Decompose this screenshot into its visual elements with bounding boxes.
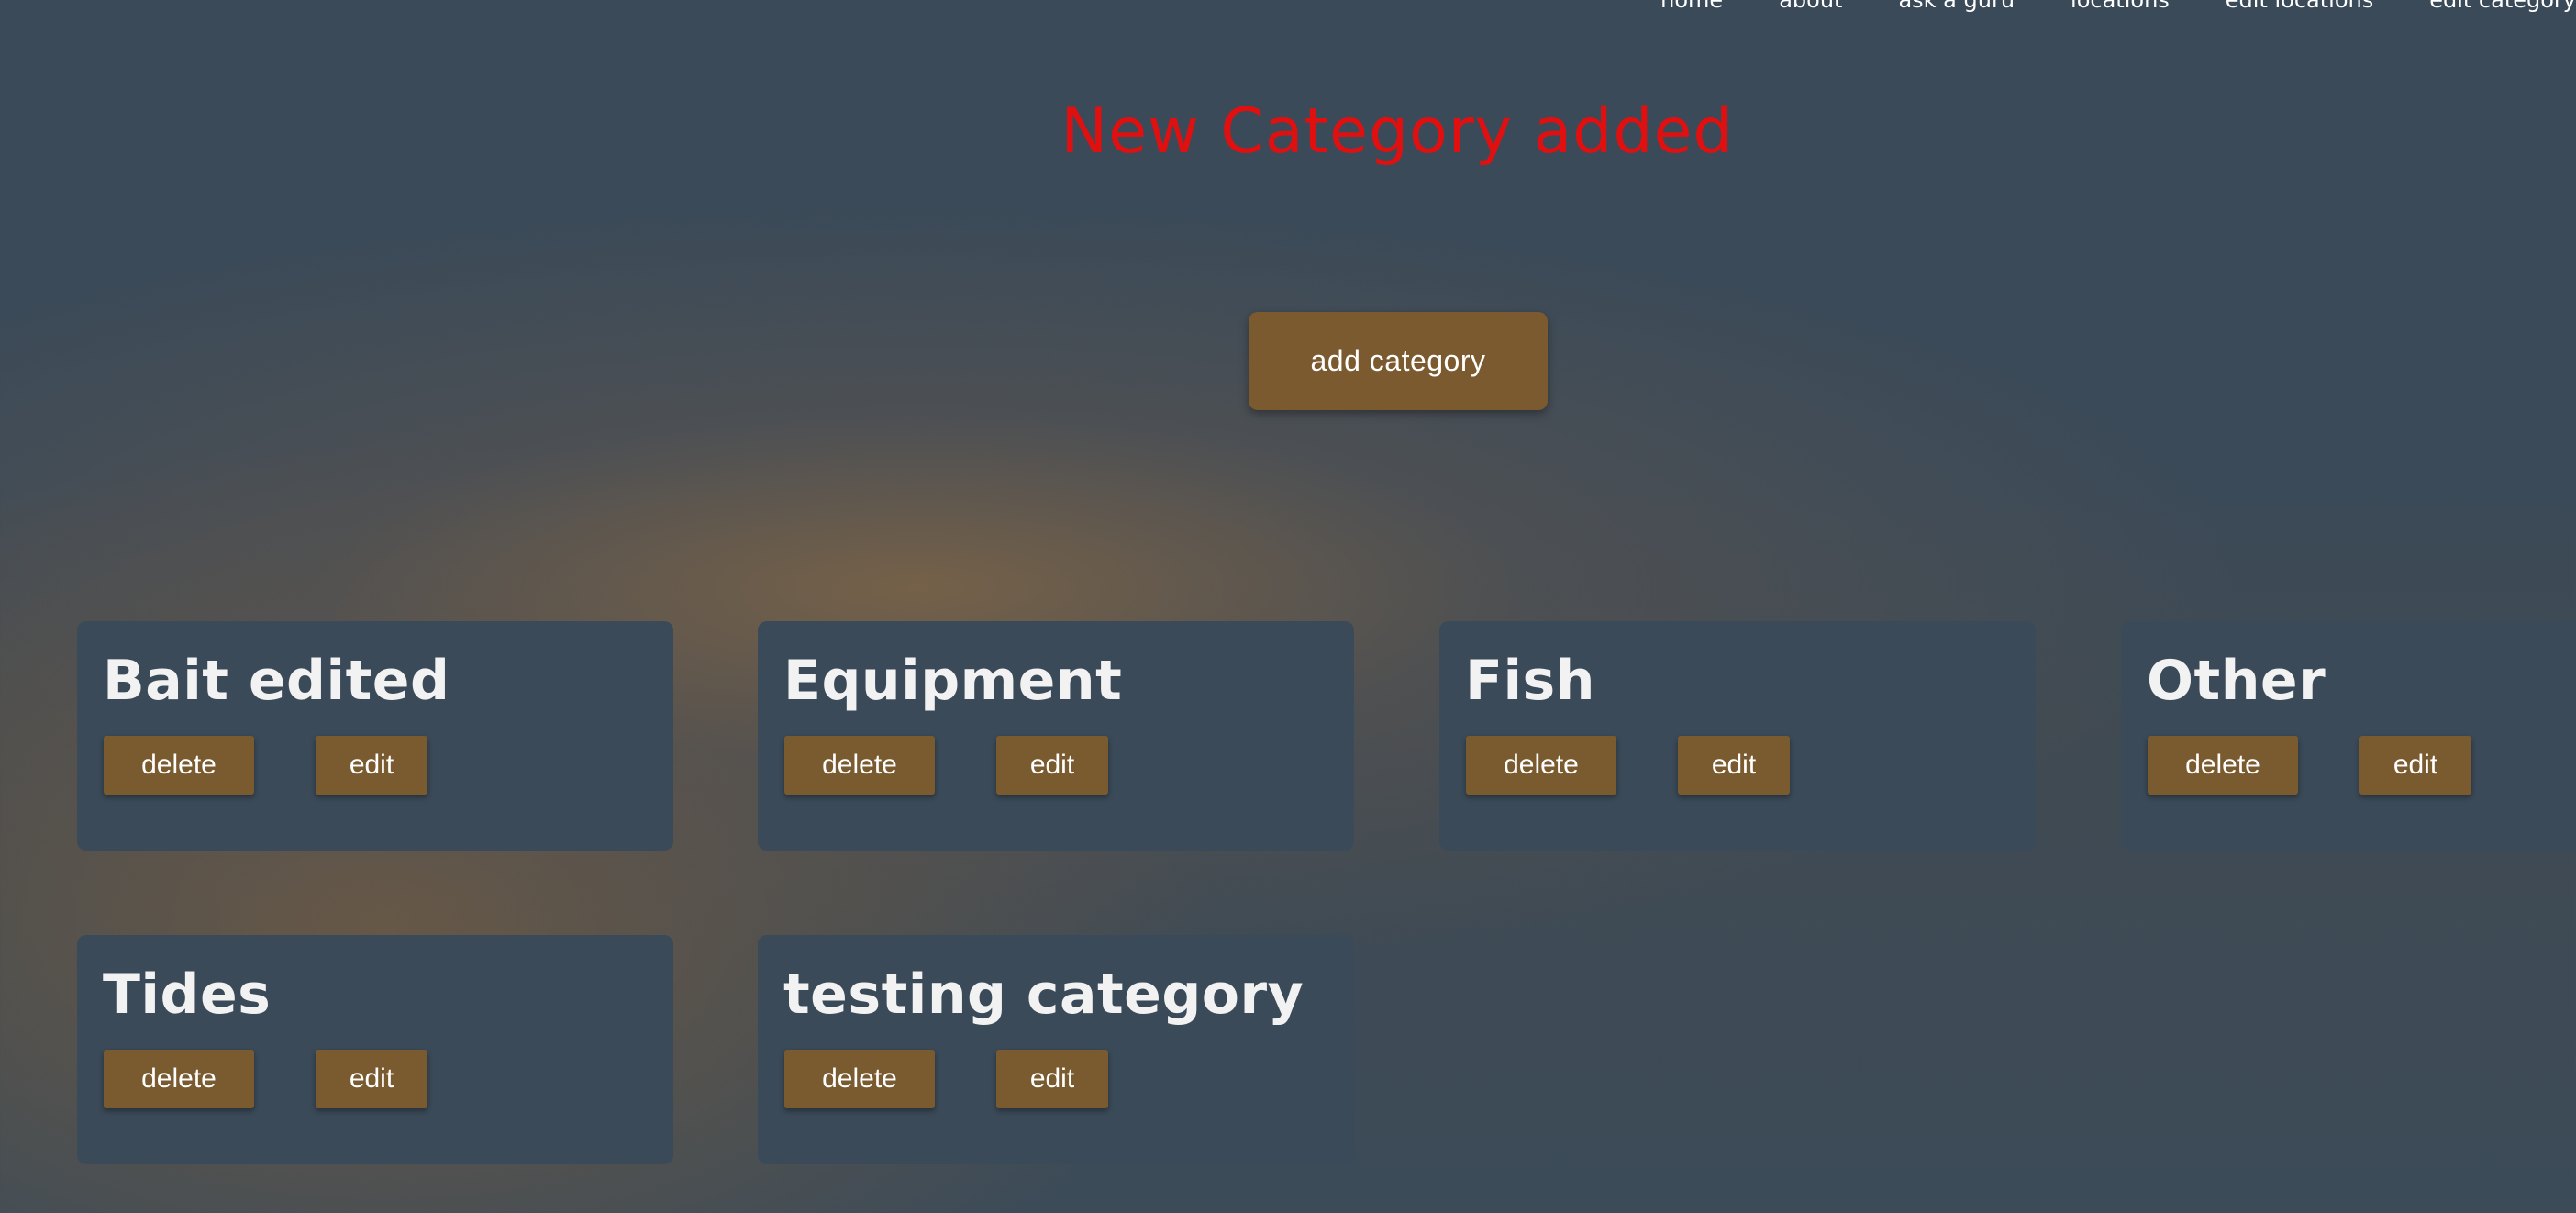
delete-button[interactable]: delete [784,736,935,795]
category-card: Equipment delete edit [758,621,1354,851]
category-card: Bait edited delete edit [77,621,673,851]
nav-link-about[interactable]: about [1779,0,1842,13]
edit-button[interactable]: edit [316,736,427,795]
delete-button[interactable]: delete [104,736,254,795]
nav-link-edit-category[interactable]: edit category [2429,0,2576,13]
delete-button[interactable]: delete [104,1050,254,1108]
flash-message: New Category added [1060,95,1734,168]
delete-button[interactable]: delete [784,1050,935,1108]
nav-link-ask-a-guru[interactable]: ask a guru [1898,0,2015,13]
category-title: Equipment [783,649,1123,713]
category-card: testing category delete edit [758,935,1354,1164]
delete-button[interactable]: delete [1466,736,1616,795]
category-title: Tides [103,963,272,1027]
nav-link-edit-locations[interactable]: edit locations [2226,0,2373,13]
top-nav: home about ask a guru locations edit loc… [1660,0,2576,13]
category-title: testing category [783,963,1305,1027]
category-card: Tides delete edit [77,935,673,1164]
category-card: Fish delete edit [1439,621,2036,851]
nav-link-locations[interactable]: locations [2071,0,2170,13]
edit-button[interactable]: edit [316,1050,427,1108]
edit-button[interactable]: edit [996,1050,1108,1108]
category-title: Fish [1465,649,1595,713]
nav-link-home[interactable]: home [1660,0,1723,13]
edit-button[interactable]: edit [2359,736,2471,795]
edit-button[interactable]: edit [1678,736,1790,795]
category-title: Other [2147,649,2326,713]
category-card: Other delete edit [2121,621,2576,851]
edit-button[interactable]: edit [996,736,1108,795]
category-title: Bait edited [103,649,450,713]
delete-button[interactable]: delete [2148,736,2298,795]
add-category-button[interactable]: add category [1249,312,1548,410]
